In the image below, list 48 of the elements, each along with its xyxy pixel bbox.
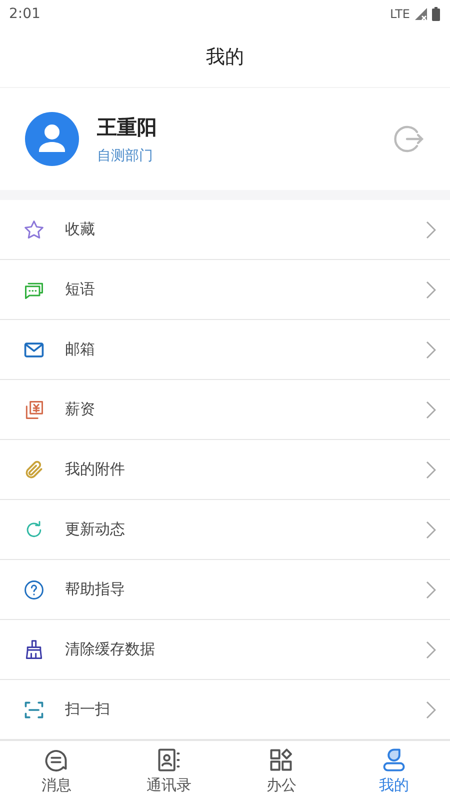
page-title: 我的 — [206, 45, 244, 70]
chevron-icon — [426, 340, 436, 358]
person-icon — [380, 746, 407, 772]
money-icon — [23, 398, 45, 420]
tab[interactable]: 办公 — [225, 741, 338, 800]
chevron-icon — [426, 280, 436, 298]
menu-label: 清除缓存数据 — [65, 640, 156, 659]
help-icon — [23, 578, 45, 600]
menu-label: 收藏 — [65, 220, 96, 239]
broom-icon — [23, 638, 45, 660]
menu-label: 短语 — [65, 280, 96, 299]
signal-icon — [414, 6, 428, 20]
menu-item[interactable]: 薪资 — [0, 380, 450, 440]
menu-item[interactable]: 邮箱 — [0, 320, 450, 380]
tab[interactable]: 我的 — [338, 741, 450, 800]
menu-item[interactable]: 我的附件 — [0, 440, 450, 500]
menu-label: 帮助指导 — [65, 580, 126, 599]
chevron-icon — [426, 580, 436, 598]
tab[interactable]: 消息 — [0, 741, 112, 800]
user-name: 王重阳 — [97, 114, 158, 140]
chevron-icon — [426, 460, 436, 478]
chevron-icon — [426, 220, 436, 238]
menu-label: 邮箱 — [65, 340, 96, 359]
status-time: 2:01 — [9, 6, 40, 22]
menu-item[interactable]: 清除缓存数据 — [0, 620, 450, 680]
contacts-icon — [156, 746, 182, 772]
menu-item[interactable]: 收藏 — [0, 200, 450, 260]
chevron-icon — [426, 400, 436, 418]
battery-icon — [432, 6, 440, 20]
chevron-icon — [426, 640, 436, 658]
menu-item[interactable]: 扫一扫 — [0, 680, 450, 740]
network-label: LTE — [390, 6, 410, 20]
apps-icon — [268, 746, 294, 772]
menu-item[interactable]: 短语 — [0, 260, 450, 320]
logout-icon[interactable] — [393, 123, 425, 155]
menu-label: 薪资 — [65, 400, 96, 419]
avatar-icon — [25, 112, 79, 166]
menu-label: 扫一扫 — [65, 700, 111, 719]
menu-label: 我的附件 — [65, 460, 126, 479]
chevron-icon — [426, 520, 436, 538]
star-icon — [23, 218, 45, 240]
chevron-icon — [426, 700, 436, 718]
menu-label: 更新动态 — [65, 520, 126, 539]
paperclip-icon — [23, 458, 45, 480]
menu-item[interactable]: 更新动态 — [0, 500, 450, 560]
menu-item[interactable]: 帮助指导 — [0, 560, 450, 620]
tab[interactable]: 通讯录 — [112, 741, 225, 800]
department-label: 自测部门 — [97, 146, 154, 164]
